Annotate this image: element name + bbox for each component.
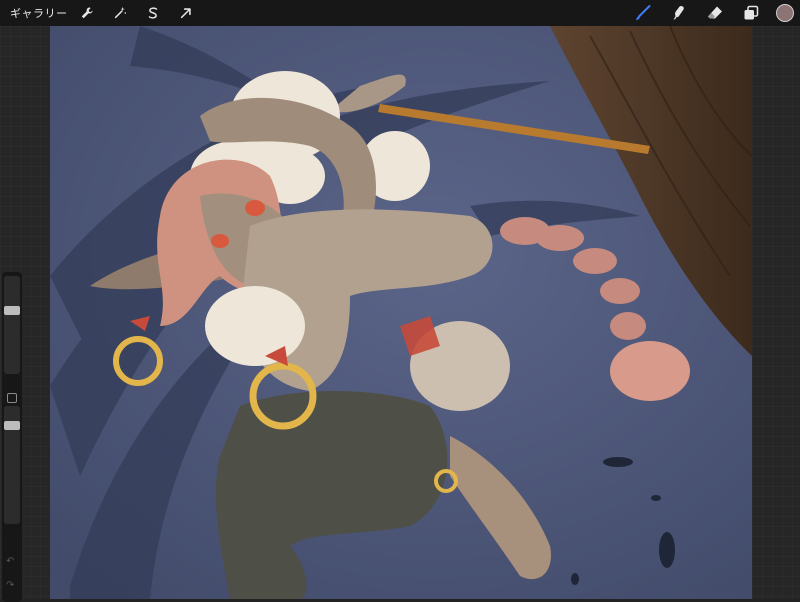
- brush-icon: [636, 5, 651, 20]
- modify-square-button[interactable]: [7, 393, 17, 403]
- canvas-artwork: [50, 26, 752, 599]
- left-sidebar: ↶ ↷: [0, 26, 50, 602]
- sidebar-slider-group: ↶ ↷: [2, 272, 22, 602]
- right-eye: [245, 200, 265, 216]
- wrench-icon: [81, 7, 93, 19]
- brush-size-thumb[interactable]: [4, 306, 20, 315]
- color-picker-swatch[interactable]: [776, 4, 794, 22]
- right-margin: [752, 26, 800, 599]
- eraser-tool-button[interactable]: [704, 2, 726, 24]
- brush-size-slider[interactable]: [4, 276, 20, 374]
- brush-opacity-slider[interactable]: [4, 406, 20, 524]
- eraser-icon: [708, 6, 722, 19]
- top-toolbar: ギャラリー: [0, 0, 800, 26]
- brush-opacity-thumb[interactable]: [4, 421, 20, 430]
- layers-button[interactable]: [740, 2, 762, 24]
- redo-icon[interactable]: ↷: [6, 580, 14, 591]
- smudge-icon: [673, 6, 684, 20]
- layers-icon: [744, 5, 759, 20]
- transform-arrow-icon: [180, 8, 191, 19]
- actions-button[interactable]: [76, 2, 98, 24]
- transform-button[interactable]: [175, 2, 197, 24]
- drawing-canvas[interactable]: [50, 26, 752, 599]
- magic-wand-icon: [114, 6, 126, 19]
- undo-icon[interactable]: ↶: [6, 556, 14, 567]
- fur-collar: [205, 286, 305, 366]
- gallery-button[interactable]: ギャラリー: [10, 5, 68, 21]
- adjustments-button[interactable]: [109, 2, 131, 24]
- selection-icon: [148, 7, 157, 19]
- brush-tool-button[interactable]: [632, 2, 654, 24]
- smudge-tool-button[interactable]: [668, 2, 690, 24]
- right-toolset: [632, 0, 794, 26]
- left-eye: [211, 234, 229, 248]
- selection-button[interactable]: [142, 2, 164, 24]
